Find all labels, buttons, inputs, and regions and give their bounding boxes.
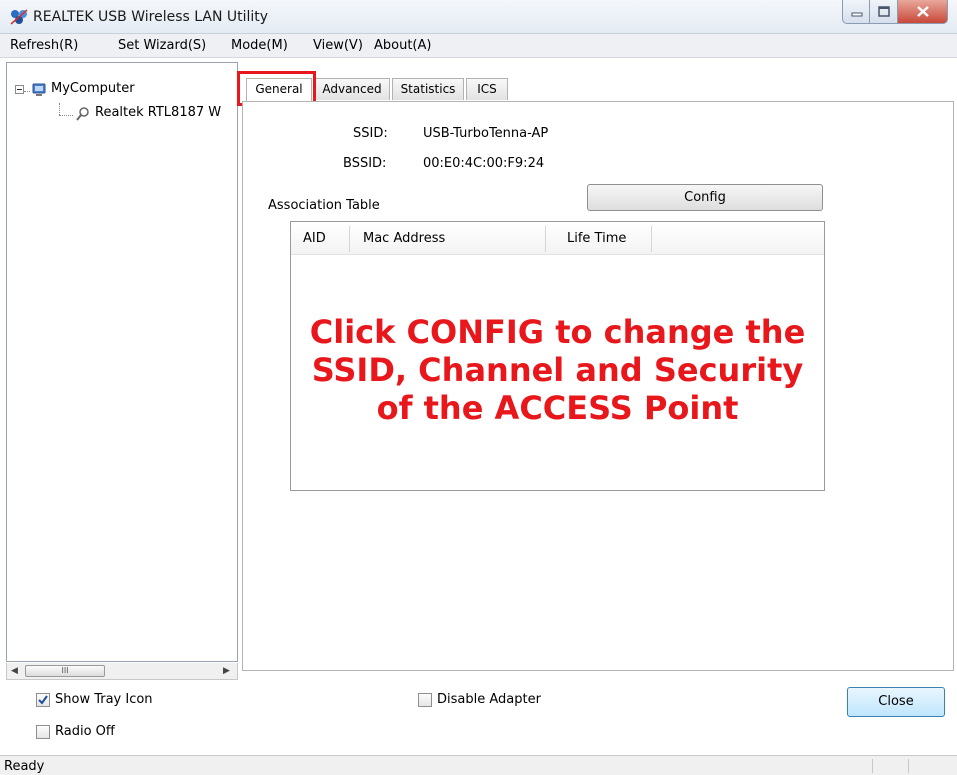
annotation-line: of the ACCESS Point [376,389,739,427]
menu-bar: Refresh(R) Set Wizard(S) Mode(M) View(V)… [0,34,957,58]
tree-connector [59,115,73,116]
config-annotation: Click CONFIG to change the SSID, Channel… [290,313,825,427]
column-aid[interactable]: AID [303,231,326,246]
tab-advanced[interactable]: Advanced [314,78,390,100]
show-tray-icon-label: Show Tray Icon [55,692,153,707]
column-divider [651,226,652,252]
bssid-label: BSSID: [343,156,387,171]
disable-adapter-label: Disable Adapter [437,692,541,707]
collapse-toggle[interactable] [15,85,24,94]
tab-statistics[interactable]: Statistics [392,78,464,100]
maximize-button[interactable] [870,0,898,24]
device-tree: MyComputer Realtek RTL8187 W [6,62,238,662]
radio-off-checkbox[interactable]: Radio Off [36,724,156,742]
minimize-button[interactable] [842,0,870,24]
column-divider [349,226,350,252]
wireless-adapter-icon [75,106,91,126]
close-window-button[interactable] [898,0,948,24]
status-divider [908,759,909,773]
disable-adapter-checkbox[interactable]: Disable Adapter [418,692,568,710]
tree-connector [24,91,30,92]
column-divider [545,226,546,252]
window-title: REALTEK USB Wireless LAN Utility [33,9,269,25]
checkbox-box[interactable] [36,693,50,707]
tree-node-realtek-adapter[interactable]: Realtek RTL8187 W [95,105,221,120]
realtek-app-icon [10,9,28,25]
menu-refresh[interactable]: Refresh(R) [10,38,78,53]
tab-ics[interactable]: ICS [466,78,508,100]
checkbox-box[interactable] [418,693,432,707]
ssid-value: USB-TurboTenna-AP [423,126,549,141]
column-life-time[interactable]: Life Time [567,231,626,246]
close-icon [917,6,929,17]
config-button[interactable]: Config [587,184,823,211]
title-bar: REALTEK USB Wireless LAN Utility [0,0,957,34]
tree-connector [59,103,60,115]
tree-horizontal-scrollbar[interactable]: ◀ III ▶ [6,663,238,680]
association-table-label: Association Table [268,198,380,213]
show-tray-icon-checkbox[interactable]: Show Tray Icon [36,692,186,710]
menu-set-wizard[interactable]: Set Wizard(S) [118,38,206,53]
radio-off-label: Radio Off [55,724,115,739]
column-mac-address[interactable]: Mac Address [363,231,445,246]
tree-node-mycomputer[interactable]: MyComputer [51,81,135,96]
checkbox-box[interactable] [36,725,50,739]
scroll-left-icon[interactable]: ◀ [11,666,18,676]
checkmark-icon [38,695,48,705]
close-button[interactable]: Close [847,687,945,717]
status-bar: Ready [0,755,957,775]
scroll-thumb[interactable]: III [25,665,105,677]
scroll-right-icon[interactable]: ▶ [223,666,230,676]
annotation-line: Click CONFIG to change the [309,313,806,351]
status-text: Ready [4,759,45,774]
table-header: AID Mac Address Life Time [291,222,824,255]
menu-mode[interactable]: Mode(M) [231,38,288,53]
status-divider [872,759,873,773]
ssid-label: SSID: [353,126,388,141]
bssid-value: 00:E0:4C:00:F9:24 [423,156,545,171]
menu-view[interactable]: View(V) [313,38,363,53]
computer-icon [31,82,47,102]
menu-about[interactable]: About(A) [374,38,431,53]
annotation-line: SSID, Channel and Security [311,351,804,389]
minimize-icon [851,12,863,17]
maximize-icon [878,6,890,17]
